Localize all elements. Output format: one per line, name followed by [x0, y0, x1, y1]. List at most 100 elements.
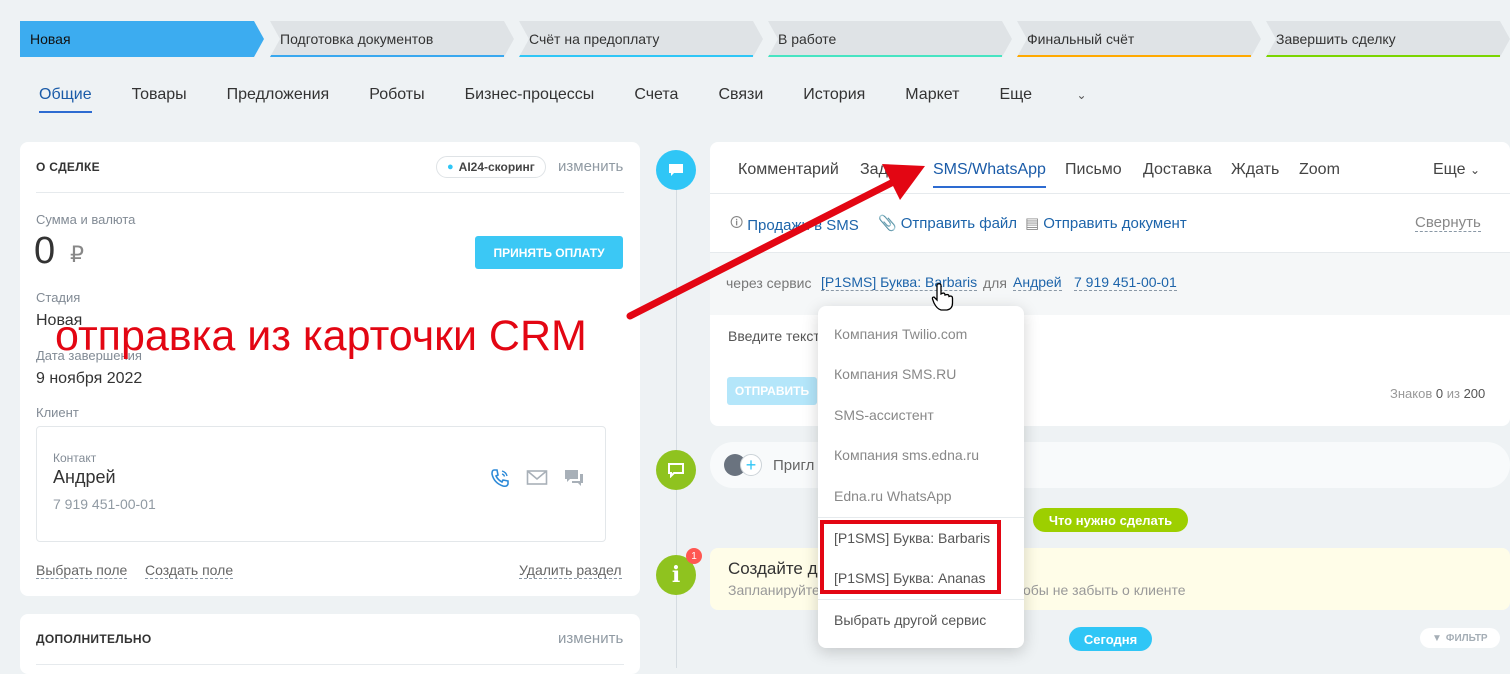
tab-sms-whatsapp[interactable]: SMS/WhatsApp [933, 161, 1046, 188]
stage-line [1017, 55, 1251, 57]
tab-general[interactable]: Общие [39, 86, 92, 113]
filter-label: ФИЛЬТР [1445, 632, 1488, 644]
contact-phone[interactable]: 7 919 451-00-01 [53, 496, 156, 512]
tab-robots[interactable]: Роботы [369, 86, 424, 113]
tab-market[interactable]: Маркет [905, 86, 959, 113]
close-date-value: 9 ноября 2022 [36, 370, 143, 387]
service-dropdown: Компания Twilio.com Компания SMS.RU SMS-… [818, 306, 1024, 648]
tab-more-label: Еще [1433, 161, 1466, 178]
chevron-down-icon: ⌄ [1470, 163, 1481, 177]
stage-line [768, 55, 1002, 57]
delete-section-link[interactable]: Удалить раздел [519, 562, 622, 579]
collapse-link[interactable]: Свернуть [1415, 214, 1481, 232]
stage-label: Подготовка документов [280, 31, 434, 47]
highlight-box [820, 520, 1001, 594]
create-case-subtitle-tail: обы не забыть о клиенте [1023, 582, 1186, 598]
accept-payment-button[interactable]: ПРИНЯТЬ ОПЛАТУ [475, 236, 623, 269]
create-field-link[interactable]: Создать поле [145, 562, 234, 579]
stage-line [519, 55, 753, 57]
counter-badge: 1 [686, 548, 702, 564]
dropdown-item-other[interactable]: Выбрать другой сервис [834, 612, 986, 628]
contact-name[interactable]: Андрей [53, 467, 116, 488]
annotation-arrow [626, 164, 925, 320]
stage-new[interactable]: Новая [20, 21, 264, 57]
invite-circle-icon [656, 450, 696, 490]
send-button[interactable]: ОТПРАВИТЬ [727, 377, 817, 405]
tab-business-processes[interactable]: Бизнес-процессы [465, 86, 595, 113]
document-icon: ▤ [1025, 215, 1040, 232]
dropdown-item[interactable]: Edna.ru WhatsApp [834, 488, 952, 504]
char-counter: Знаков 0 из 200 [1390, 386, 1485, 401]
char-counter-label: Знаков [1390, 386, 1433, 401]
tab-more[interactable]: Еще ⌄ [1433, 161, 1480, 179]
dropdown-item[interactable]: SMS-ассистент [834, 407, 934, 423]
stage-label: Завершить сделку [1276, 31, 1396, 47]
stage-label: Новая [30, 31, 71, 47]
stage-label: В работе [778, 31, 837, 47]
choose-field-link[interactable]: Выбрать поле [36, 562, 128, 579]
today-pill: Сегодня [1069, 627, 1152, 651]
char-of: из [1446, 386, 1460, 401]
divider [36, 664, 624, 665]
send-document-label: Отправить документ [1043, 214, 1187, 232]
message-input[interactable]: Введите текст [728, 328, 820, 344]
mail-icon[interactable] [526, 469, 548, 487]
char-max: 200 [1463, 386, 1486, 401]
send-document-link[interactable]: ▤ Отправить документ [1025, 214, 1187, 233]
todo-pill: Что нужно сделать [1033, 508, 1188, 532]
tab-email[interactable]: Письмо [1065, 161, 1122, 179]
deal-card: О СДЕЛКЕ ● AI24-скоринг изменить Сумма и … [20, 142, 640, 596]
tab-more[interactable]: Еще ⌄ [999, 86, 1126, 113]
create-case-subtitle: Запланируйте [728, 582, 820, 598]
divider [818, 599, 1024, 600]
hand-cursor-icon [931, 283, 954, 311]
chevron-down-icon: ⌄ [1076, 88, 1087, 102]
tab-delivery[interactable]: Доставка [1143, 161, 1212, 179]
char-count: 0 [1435, 386, 1444, 401]
sum-value: 0 [34, 230, 56, 272]
scoring-icon: ● [447, 161, 454, 173]
tab-zoom[interactable]: Zoom [1299, 161, 1340, 179]
add-user-icon[interactable]: + [740, 454, 762, 476]
chat-icon[interactable] [563, 467, 585, 489]
section-title: О СДЕЛКЕ [36, 160, 100, 174]
filter-button[interactable]: ▼ ФИЛЬТР [1420, 628, 1500, 648]
contact-label: Контакт [53, 451, 97, 465]
stage-final-invoice[interactable]: Финальный счёт [1017, 21, 1261, 57]
stage-line [1266, 55, 1500, 57]
section-title: ДОПОЛНИТЕЛЬНО [36, 632, 152, 646]
annotation-text: отправка из карточки CRM [55, 312, 587, 360]
stage-label: Счёт на предоплату [529, 31, 660, 47]
stage-in-work[interactable]: В работе [768, 21, 1012, 57]
divider [36, 192, 624, 193]
sum-label: Сумма и валюта [36, 212, 136, 227]
tab-products[interactable]: Товары [132, 86, 187, 113]
recipient-selector[interactable]: Андрей [1013, 274, 1062, 291]
stage-label: Стадия [36, 290, 81, 305]
phone-selector[interactable]: 7 919 451-00-01 [1074, 274, 1177, 291]
create-case-title: Создайте де [728, 559, 827, 578]
main-tabs: Общие Товары Предложения Роботы Бизнес-п… [39, 86, 1167, 113]
tab-invoices[interactable]: Счета [634, 86, 678, 113]
phone-icon[interactable] [489, 467, 511, 489]
tab-links[interactable]: Связи [718, 86, 763, 113]
tab-offers[interactable]: Предложения [227, 86, 330, 113]
client-block: Контакт Андрей 7 919 451-00-01 [36, 426, 606, 542]
stage-complete[interactable]: Завершить сделку [1266, 21, 1510, 57]
tab-wait[interactable]: Ждать [1231, 161, 1279, 179]
stage-documents[interactable]: Подготовка документов [270, 21, 514, 57]
edit-link[interactable]: изменить [558, 158, 623, 175]
dropdown-item[interactable]: Компания sms.edna.ru [834, 447, 979, 463]
tab-history[interactable]: История [803, 86, 865, 113]
ai-scoring-badge[interactable]: ● AI24-скоринг [436, 156, 546, 178]
dropdown-item[interactable]: Компания SMS.RU [834, 366, 956, 382]
tab-more-label: Еще [999, 86, 1033, 103]
client-label: Клиент [36, 405, 79, 420]
stage-line [270, 55, 504, 57]
ai-badge-label: AI24-скоринг [458, 160, 535, 174]
filter-icon: ▼ [1432, 632, 1442, 644]
stage-label: Финальный счёт [1027, 31, 1135, 47]
edit-link[interactable]: изменить [558, 630, 623, 647]
stage-prepayment[interactable]: Счёт на предоплату [519, 21, 763, 57]
invite-text[interactable]: Пригл [773, 457, 814, 474]
